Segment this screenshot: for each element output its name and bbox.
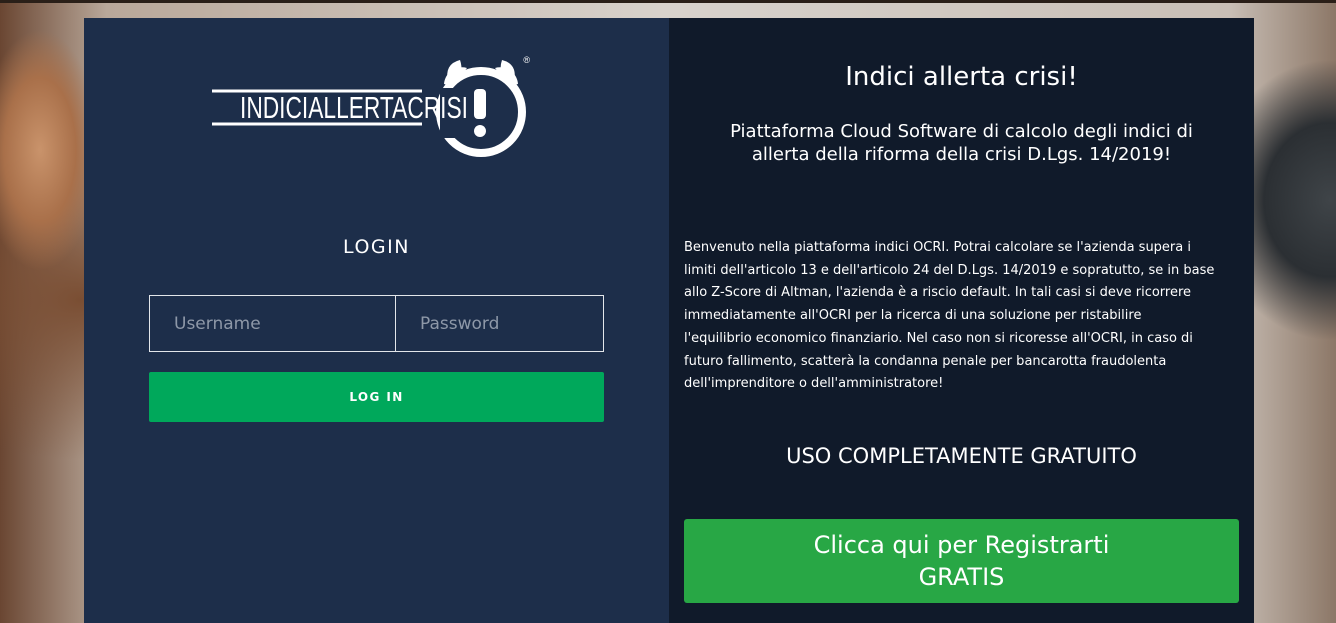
login-title: LOGIN [343, 236, 410, 258]
credentials-row [149, 295, 641, 352]
info-description: Benvenuto nella piattaforma indici OCRI.… [684, 237, 1229, 396]
top-border [0, 0, 1336, 3]
register-button-line2: GRATIS [918, 563, 1005, 591]
description-line: dell'imprenditore o dell'amministratore! [684, 376, 944, 392]
registered-mark: ® [523, 55, 530, 65]
description-line: l'equilibrio economico finanziario. Nel … [684, 330, 1193, 346]
username-input[interactable] [150, 296, 396, 351]
logo-text: INDICIALLERTACRISI [240, 90, 468, 125]
info-subtitle: Piattaforma Cloud Software di calcolo de… [730, 121, 1193, 165]
login-button[interactable]: LOG IN [149, 372, 604, 422]
free-usage-label: USO COMPLETAMENTE GRATUITO [786, 444, 1137, 468]
description-line: limiti dell'articolo 13 e dell'articolo … [684, 262, 1215, 278]
login-panel: INDICIALLERTACRISI ® LOGIN LOG IN [84, 18, 669, 623]
description-line: Benvenuto nella piattaforma indici OCRI.… [684, 240, 1191, 255]
description-line: allo Z-Score di Altman, l'azienda è a ri… [684, 285, 1192, 301]
description-line: immediatamente all'OCRI per la ricerca d… [684, 308, 1142, 324]
info-panel: Indici allerta crisi! Piattaforma Cloud … [669, 18, 1254, 623]
brand-logo: INDICIALLERTACRISI ® [212, 55, 530, 157]
description-line: futuro fallimento, scatterà la condanna … [684, 353, 1167, 369]
password-input[interactable] [396, 296, 641, 351]
register-button-line1: Clicca qui per Registrarti [813, 531, 1110, 559]
info-title: Indici allerta crisi! [845, 62, 1078, 92]
register-button[interactable]: Clicca qui per Registrarti GRATIS [684, 519, 1239, 603]
